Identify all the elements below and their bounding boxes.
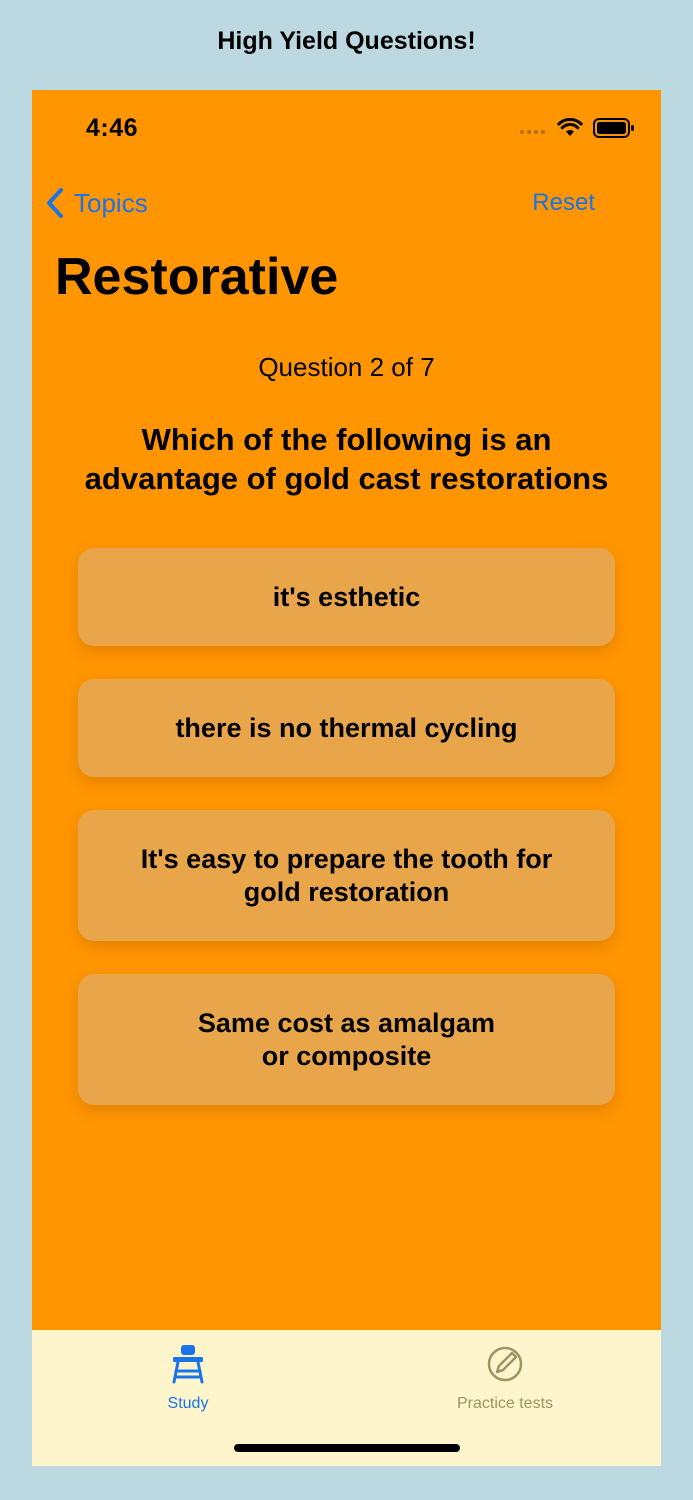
tab-practice-tests-label: Practice tests [456, 1395, 554, 1412]
navigation-bar: Topics Reset [32, 180, 661, 226]
home-indicator[interactable] [234, 1444, 460, 1452]
back-button[interactable]: Topics [42, 180, 148, 226]
answer-option-3[interactable]: It's easy to prepare the tooth for gold … [78, 810, 615, 941]
app-title: High Yield Questions! [217, 26, 476, 55]
reset-button[interactable]: Reset [532, 180, 595, 226]
chevron-left-icon [42, 186, 68, 220]
school-desk-icon [170, 1344, 206, 1389]
question-counter: Question 2 of 7 [258, 352, 435, 382]
wifi-icon [557, 117, 583, 143]
pencil-circle-icon [485, 1344, 525, 1389]
page-title: Restorative [55, 248, 339, 306]
answer-option-4[interactable]: Same cost as amalgam or composite [78, 974, 615, 1105]
back-button-label: Topics [74, 187, 148, 218]
phone-screen: 4:46 Topics Reset Restorative Question 2… [32, 90, 661, 1466]
tab-study-label: Study [167, 1395, 209, 1412]
answer-option-2[interactable]: there is no thermal cycling [78, 679, 615, 777]
tab-practice-tests[interactable]: Practice tests [430, 1344, 580, 1413]
status-icons [519, 117, 635, 143]
answer-option-1[interactable]: it's esthetic [78, 548, 615, 646]
tab-study[interactable]: Study [140, 1344, 236, 1413]
signal-icon [519, 122, 547, 140]
question-text: Which of the following is an advantage o… [84, 422, 609, 496]
status-bar: 4:46 [32, 90, 661, 170]
status-time: 4:46 [86, 114, 139, 142]
battery-icon [593, 118, 635, 143]
